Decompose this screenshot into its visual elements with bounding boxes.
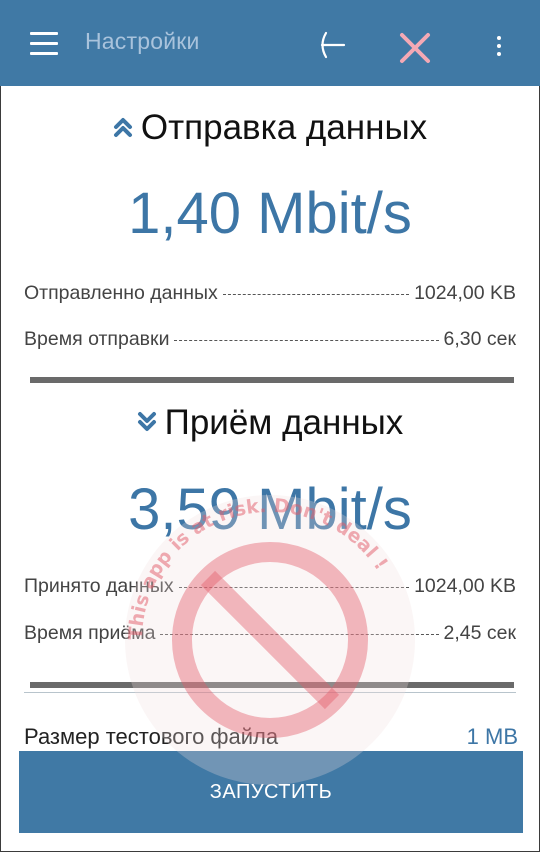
- double-chevron-up-icon: [113, 117, 132, 137]
- download-section-title: Приём данных: [0, 403, 540, 443]
- close-icon[interactable]: [398, 31, 432, 65]
- download-data-label: Принято данных: [24, 574, 174, 597]
- file-size-setting[interactable]: Размер тестового файла 1 MB: [24, 722, 518, 752]
- upload-title-text: Отправка данных: [140, 108, 428, 147]
- download-title-text: Приём данных: [164, 403, 404, 442]
- file-size-label: Размер тестового файла: [24, 724, 279, 749]
- upload-speed: 1,40 Mbit/s: [128, 181, 412, 246]
- back-arrow-icon[interactable]: [316, 29, 346, 61]
- dotted-leader: [174, 339, 439, 341]
- section-divider: [30, 682, 514, 688]
- download-time-label: Время приёма: [24, 621, 156, 644]
- file-size-value[interactable]: 1 MB: [467, 724, 518, 750]
- run-button[interactable]: ЗАПУСТИТЬ: [19, 751, 523, 833]
- download-time-row: Время приёма 2,45 сек: [24, 619, 516, 647]
- app-bar: Настройки: [0, 0, 540, 86]
- upload-data-value: 1024,00 KB: [414, 281, 516, 304]
- dotted-leader: [222, 293, 410, 295]
- menu-icon[interactable]: [30, 32, 58, 56]
- section-divider: [30, 377, 514, 383]
- dotted-leader: [178, 586, 410, 588]
- upload-data-label: Отправленно данных: [24, 281, 218, 304]
- download-time-value: 2,45 сек: [443, 621, 517, 644]
- upload-time-row: Время отправки 6,30 сек: [24, 325, 516, 353]
- download-data-row: Принято данных 1024,00 KB: [24, 572, 516, 600]
- more-vert-icon[interactable]: [494, 36, 504, 58]
- download-speed: 3,59 Mbit/s: [128, 477, 412, 542]
- download-data-value: 1024,00 KB: [414, 574, 516, 597]
- upload-data-row: Отправленно данных 1024,00 KB: [24, 279, 516, 307]
- settings-divider: [24, 692, 516, 693]
- double-chevron-down-icon: [137, 411, 156, 431]
- upload-section-title: Отправка данных: [0, 108, 540, 148]
- dotted-leader: [160, 633, 439, 635]
- app-bar-title: Настройки: [85, 28, 200, 54]
- upload-time-label: Время отправки: [24, 327, 170, 350]
- upload-time-value: 6,30 сек: [443, 327, 517, 350]
